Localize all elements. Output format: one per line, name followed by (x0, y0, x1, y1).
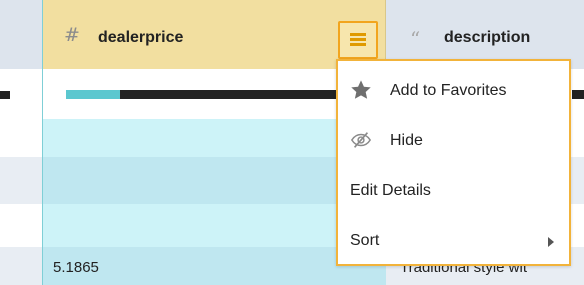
hamburger-icon (350, 33, 366, 47)
previous-column-bar (0, 91, 10, 99)
quote-icon: “ (410, 27, 421, 51)
hash-icon: # (64, 24, 80, 46)
menu-item-label: Edit Details (350, 182, 431, 199)
menu-item-sort[interactable]: Sort (338, 217, 569, 261)
chevron-right-icon (548, 237, 554, 247)
header-cell-previous[interactable] (0, 0, 42, 69)
menu-item-label: Sort (350, 232, 380, 249)
table-cell[interactable] (42, 119, 386, 157)
dealerprice-value: 5.1865 (53, 259, 99, 276)
menu-item-label: Hide (390, 132, 423, 149)
eye-slash-icon (350, 132, 372, 148)
menu-item-add-to-favorites[interactable]: Add to Favorites (338, 67, 569, 111)
data-grid: # dealerprice “ description 5.1865 Tradi… (0, 0, 584, 285)
star-icon (351, 80, 371, 99)
distribution-bar-fill (66, 90, 120, 99)
menu-item-edit-details[interactable]: Edit Details (338, 167, 569, 211)
column-title: description (444, 29, 531, 46)
column-header-dealerprice[interactable]: # dealerprice (42, 0, 386, 69)
menu-item-hide[interactable]: Hide (338, 117, 569, 161)
column-menu-button[interactable] (338, 21, 378, 59)
column-dropdown-menu: Add to Favorites Hide Edit Details Sort (336, 59, 571, 266)
next-column-bar (572, 90, 584, 99)
table-cell[interactable] (42, 157, 386, 204)
distribution-bar (66, 90, 336, 99)
menu-item-label: Add to Favorites (390, 82, 507, 99)
column-title: dealerprice (98, 29, 184, 46)
table-cell[interactable] (42, 204, 386, 247)
